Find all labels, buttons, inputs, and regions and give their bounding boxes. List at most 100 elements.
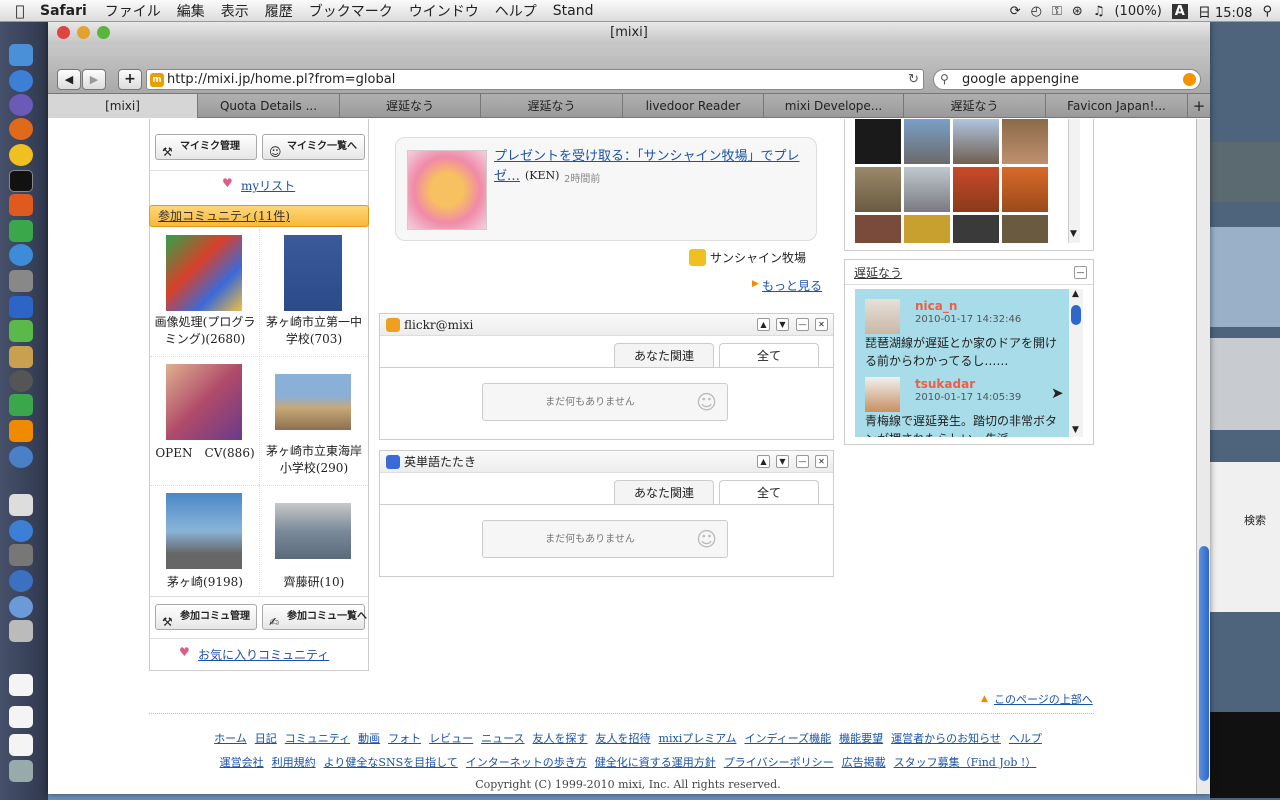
battery-status[interactable]: (100%) xyxy=(1114,4,1161,19)
trash-icon[interactable] xyxy=(9,760,33,782)
photo-thumbnail[interactable] xyxy=(904,215,950,243)
photo-thumbnail[interactable] xyxy=(953,215,999,243)
tab-all[interactable]: 全て xyxy=(719,343,819,367)
community-manage-button[interactable]: ⚒ 参加コミュ管理 xyxy=(155,604,257,630)
time-machine-icon[interactable]: ◴ xyxy=(1031,4,1042,19)
photo-thumbnail[interactable] xyxy=(1002,167,1048,212)
adium-icon[interactable] xyxy=(9,144,33,166)
mymiku-manage-button[interactable]: ⚒ マイミク管理 xyxy=(155,134,257,160)
reload-icon[interactable]: ↻ xyxy=(908,70,919,89)
tweet-user[interactable]: tsukadar xyxy=(915,377,975,391)
close-panel-button[interactable]: ✕ xyxy=(815,318,828,331)
footer-link[interactable]: インターネットの歩き方 xyxy=(466,756,587,769)
spotlight-icon[interactable]: ⚲ xyxy=(1262,4,1272,19)
page-scroll-thumb[interactable] xyxy=(1199,546,1209,781)
photo-thumbnail[interactable] xyxy=(953,167,999,212)
desktop-thumbnail[interactable] xyxy=(1210,227,1280,327)
menu-file[interactable]: ファイル xyxy=(105,1,161,21)
tab-livedoor-reader[interactable]: livedoor Reader xyxy=(623,94,764,118)
app-icon[interactable] xyxy=(9,296,33,318)
photo-thumbnail[interactable] xyxy=(855,215,901,243)
footer-link[interactable]: 友人を探す xyxy=(533,732,588,745)
photo-thumbnail[interactable] xyxy=(953,119,999,164)
footer-link[interactable]: スタッフ募集（Find Job !） xyxy=(894,756,1037,769)
apple-menu-icon[interactable]:  xyxy=(0,2,40,20)
footer-link[interactable]: ニュース xyxy=(481,732,524,745)
page-top-link[interactable]: このページの上部へ xyxy=(994,691,1093,707)
community-name[interactable]: OPEN CV(886) xyxy=(152,445,258,462)
community-name[interactable]: 茅ヶ崎(9198) xyxy=(152,574,258,591)
desktop-thumbnail[interactable] xyxy=(1210,338,1280,430)
footer-link[interactable]: 運営会社 xyxy=(220,756,264,769)
app-icon[interactable] xyxy=(9,570,33,592)
app-icon[interactable] xyxy=(9,446,33,468)
footer-link[interactable]: ヘルプ xyxy=(1009,732,1042,745)
minimize-panel-button[interactable]: — xyxy=(1074,266,1087,279)
tab-all[interactable]: 全て xyxy=(719,480,819,504)
community-list-button[interactable]: ✍ 参加コミュ一覧へ xyxy=(262,604,367,630)
tab-related[interactable]: あなた関連 xyxy=(614,343,714,367)
search-field[interactable]: ⚲ google appengine xyxy=(933,69,1201,90)
close-window-button[interactable] xyxy=(57,26,70,39)
scroll-down-arrow-icon[interactable]: ▼ xyxy=(1070,229,1077,239)
tab-quota-details[interactable]: Quota Details ... xyxy=(198,94,340,118)
feed-thumbnail[interactable] xyxy=(407,150,487,230)
scroll-down-arrow-icon[interactable]: ▼ xyxy=(1072,425,1079,435)
footer-link[interactable]: 運営者からのお知らせ xyxy=(891,732,1001,745)
scroll-up-arrow-icon[interactable]: ▲ xyxy=(1072,289,1079,299)
footer-link[interactable]: フォト xyxy=(388,732,421,745)
app-menu[interactable]: Safari xyxy=(40,3,87,19)
app-icon[interactable] xyxy=(9,544,33,566)
community-thumbnail[interactable] xyxy=(275,503,351,559)
address-bar[interactable]: m http://mixi.jp/home.pl?from=global ↻ xyxy=(146,69,924,90)
photo-thumbnail[interactable] xyxy=(1002,215,1048,243)
photo-thumbnail[interactable] xyxy=(855,167,901,212)
community-name[interactable]: 画像処理(プログラミング)(2680) xyxy=(152,314,258,348)
desktop-search-label[interactable]: 検索 xyxy=(1244,512,1266,528)
app-name[interactable]: サンシャイン牧場 xyxy=(710,249,806,266)
desktop-window-fragment[interactable] xyxy=(1210,712,1280,798)
community-header-link[interactable]: 参加コミュニティ(11件) xyxy=(158,209,290,223)
community-thumbnail[interactable] xyxy=(284,235,342,311)
menu-edit[interactable]: 編集 xyxy=(177,1,205,21)
terminal-icon[interactable] xyxy=(9,170,33,192)
photo-thumbnail[interactable] xyxy=(1002,119,1048,164)
back-button[interactable]: ◀ xyxy=(57,69,81,90)
more-link[interactable]: もっと見る xyxy=(762,277,822,294)
lock-icon[interactable]: ⚿ xyxy=(1052,4,1062,19)
move-down-button[interactable]: ▼ xyxy=(776,455,789,468)
wifi-icon[interactable]: ⊛ xyxy=(1072,4,1083,19)
document-icon[interactable] xyxy=(9,674,33,696)
avatar[interactable] xyxy=(865,299,900,334)
close-panel-button[interactable]: ✕ xyxy=(815,455,828,468)
move-up-button[interactable]: ▲ xyxy=(757,318,770,331)
tab-related[interactable]: あなた関連 xyxy=(614,480,714,504)
app-icon[interactable] xyxy=(9,494,33,516)
tab-chien-nau-3[interactable]: 遅延なう xyxy=(904,94,1046,118)
menu-history[interactable]: 履歴 xyxy=(265,1,293,21)
document-icon[interactable] xyxy=(9,706,33,728)
community-name[interactable]: 齊藤研(10) xyxy=(261,574,367,591)
desktop-thumbnail[interactable] xyxy=(1210,142,1280,202)
move-up-button[interactable]: ▲ xyxy=(757,455,770,468)
zoom-window-button[interactable] xyxy=(97,26,110,39)
minimize-panel-button[interactable]: — xyxy=(796,318,809,331)
footer-link[interactable]: 利用規約 xyxy=(272,756,316,769)
community-thumbnail[interactable] xyxy=(275,374,351,430)
photo-thumbnail[interactable] xyxy=(904,167,950,212)
feed-author[interactable]: (KEN) xyxy=(525,169,559,182)
search-clear-icon[interactable] xyxy=(1183,73,1196,86)
footer-link[interactable]: 友人を招待 xyxy=(596,732,651,745)
footer-link[interactable]: プライバシーポリシー xyxy=(724,756,834,769)
footer-link[interactable]: mixiプレミアム xyxy=(659,732,737,745)
footer-link[interactable]: ホーム xyxy=(214,732,247,745)
firefox-icon[interactable] xyxy=(9,118,33,140)
forward-button[interactable]: ▶ xyxy=(82,69,106,90)
photo-thumbnail[interactable] xyxy=(855,119,901,164)
footer-link[interactable]: より健全なSNSを目指して xyxy=(324,756,458,769)
new-tab-button[interactable]: + xyxy=(1188,94,1210,118)
mylist-link[interactable]: myリスト xyxy=(241,177,295,194)
document-icon[interactable] xyxy=(9,734,33,756)
tab-chien-nau-2[interactable]: 遅延なう xyxy=(481,94,623,118)
footer-link[interactable]: コミュニティ xyxy=(285,732,350,745)
